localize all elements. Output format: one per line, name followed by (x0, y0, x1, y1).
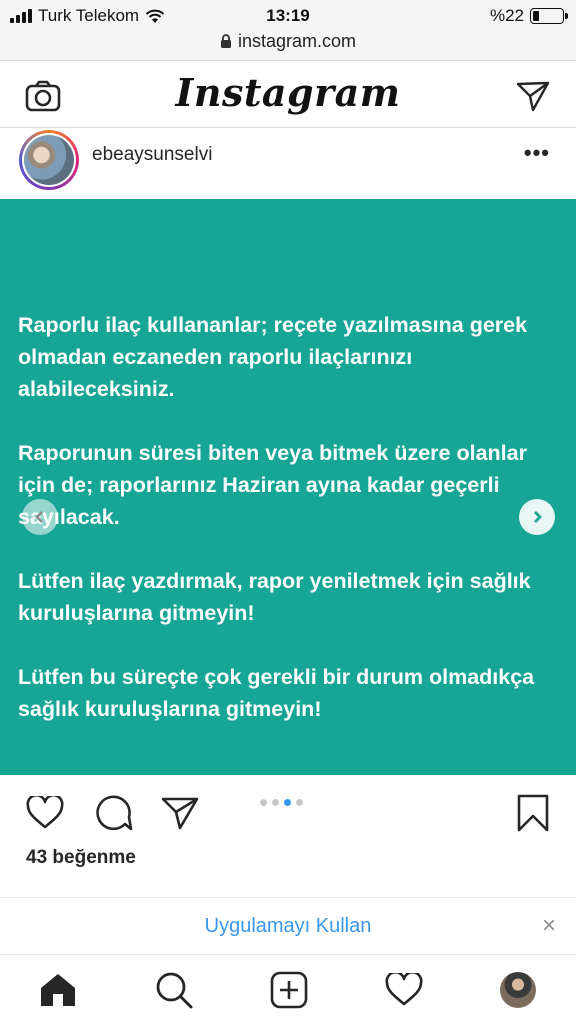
post-paragraph-1: Raporlu ilaç kullananlar; reçete yazılma… (18, 313, 528, 401)
carousel-next-button[interactable] (519, 499, 555, 535)
chevron-right-icon (534, 511, 542, 523)
carousel-dot (284, 799, 291, 806)
more-options-icon[interactable]: ••• (524, 140, 550, 166)
new-post-icon (270, 971, 308, 1009)
like-button[interactable] (25, 793, 65, 833)
bottom-navigation (0, 956, 576, 1024)
home-icon (41, 974, 75, 1006)
share-button[interactable] (160, 793, 200, 833)
nav-profile-button[interactable] (498, 970, 538, 1010)
battery-level (533, 11, 540, 21)
status-right: %22 (489, 6, 568, 26)
nav-home-button[interactable] (38, 970, 78, 1010)
like-count[interactable]: 43 beğenme (26, 847, 136, 869)
url-text: instagram.com (237, 31, 357, 51)
chevron-left-icon (35, 511, 43, 523)
lock-icon (220, 34, 231, 48)
open-app-banner: Uygulamayı Kullan × (0, 897, 576, 955)
bookmark-icon (517, 794, 549, 832)
nav-search-button[interactable] (154, 970, 194, 1010)
author-avatar[interactable] (19, 130, 79, 190)
status-bar: Turk Telekom 13:19 %22 (0, 0, 576, 32)
activity-icon (385, 973, 423, 1006)
battery-icon (530, 8, 568, 24)
browser-top-bar: Turk Telekom 13:19 %22 instagram.com (0, 0, 576, 61)
carousel-dot (260, 799, 267, 806)
post-paragraph-2: Raporunun süresi biten veya bitmek üzere… (18, 441, 527, 529)
nav-new-post-button[interactable] (269, 970, 309, 1010)
avatar-frame (22, 133, 76, 187)
post-username[interactable]: ebeaysunselvi (92, 144, 212, 166)
heart-icon (26, 796, 64, 829)
direct-message-icon (516, 81, 550, 112)
comment-icon (96, 795, 133, 831)
close-banner-icon[interactable]: × (542, 912, 556, 940)
post-image-text: Raporlu ilaç kullananlar; reçete yazılma… (18, 309, 563, 757)
instagram-header: Instagram (0, 62, 576, 128)
nav-activity-button[interactable] (384, 970, 424, 1010)
carousel-indicator (260, 799, 303, 806)
instagram-logo[interactable]: Instagram (0, 70, 576, 115)
carousel-dot (296, 799, 303, 806)
carousel-dot (272, 799, 279, 806)
direct-message-button[interactable] (513, 76, 553, 116)
use-app-button[interactable]: Uygulamayı Kullan (0, 915, 576, 938)
carousel-prev-button[interactable] (22, 499, 58, 535)
share-icon (161, 797, 199, 830)
battery-percent: %22 (489, 6, 524, 25)
post-header: ebeaysunselvi ••• (0, 128, 576, 198)
avatar-image (24, 135, 74, 185)
profile-avatar (500, 972, 536, 1008)
save-button[interactable] (513, 793, 553, 833)
comment-button[interactable] (94, 793, 134, 833)
address-bar[interactable]: instagram.com (0, 31, 576, 52)
post-paragraph-4: Lütfen bu süreçte çok gerekli bir durum … (18, 665, 535, 721)
post-actions (0, 775, 576, 845)
post-image[interactable]: Raporlu ilaç kullananlar; reçete yazılma… (0, 199, 576, 775)
post-paragraph-3: Lütfen ilaç yazdırmak, rapor yeniletmek … (18, 569, 531, 625)
search-icon (156, 972, 193, 1009)
